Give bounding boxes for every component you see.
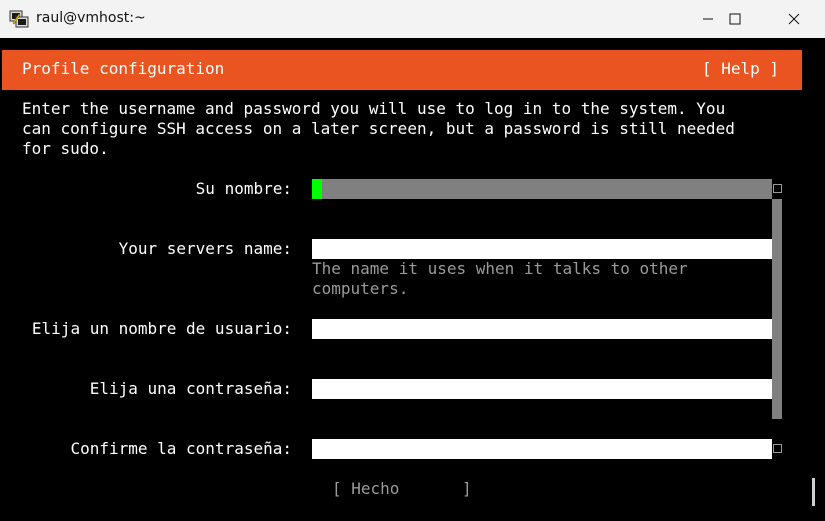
putty-icon[interactable] [9,9,29,29]
close-button[interactable] [766,0,822,38]
text-cursor [312,179,322,199]
window-scrollbar[interactable] [812,478,815,506]
scroll-down-marker [773,444,782,453]
server-name-input[interactable] [312,239,772,259]
username-input[interactable] [312,319,772,339]
server-name-hint: The name it uses when it talks to other … [312,259,688,298]
form-scrollbar[interactable] [772,199,782,419]
server-name-label: Your servers name: [118,239,292,258]
password-input[interactable] [312,379,772,399]
maximize-icon [729,13,741,25]
confirm-password-label: Confirme la contraseña: [70,439,292,458]
name-input[interactable] [312,179,772,199]
maximize-button[interactable] [707,0,763,38]
username-label: Elija un nombre de usuario: [31,319,292,338]
close-icon [788,13,800,25]
password-label: Elija una contraseña: [89,379,292,398]
instructions-text: Enter the username and password you will… [22,99,735,158]
name-label: Su nombre: [195,179,292,198]
confirm-password-input[interactable] [312,439,772,459]
scroll-up-marker [773,184,782,193]
window-titlebar: raul@vmhost:~ [0,0,825,38]
done-button-bracket: ] [462,479,472,498]
window-title: raul@vmhost:~ [36,10,146,26]
help-button[interactable]: [ Help ] [702,59,779,78]
page-title: Profile configuration [22,59,225,78]
done-button[interactable]: [ Hecho [332,479,399,498]
